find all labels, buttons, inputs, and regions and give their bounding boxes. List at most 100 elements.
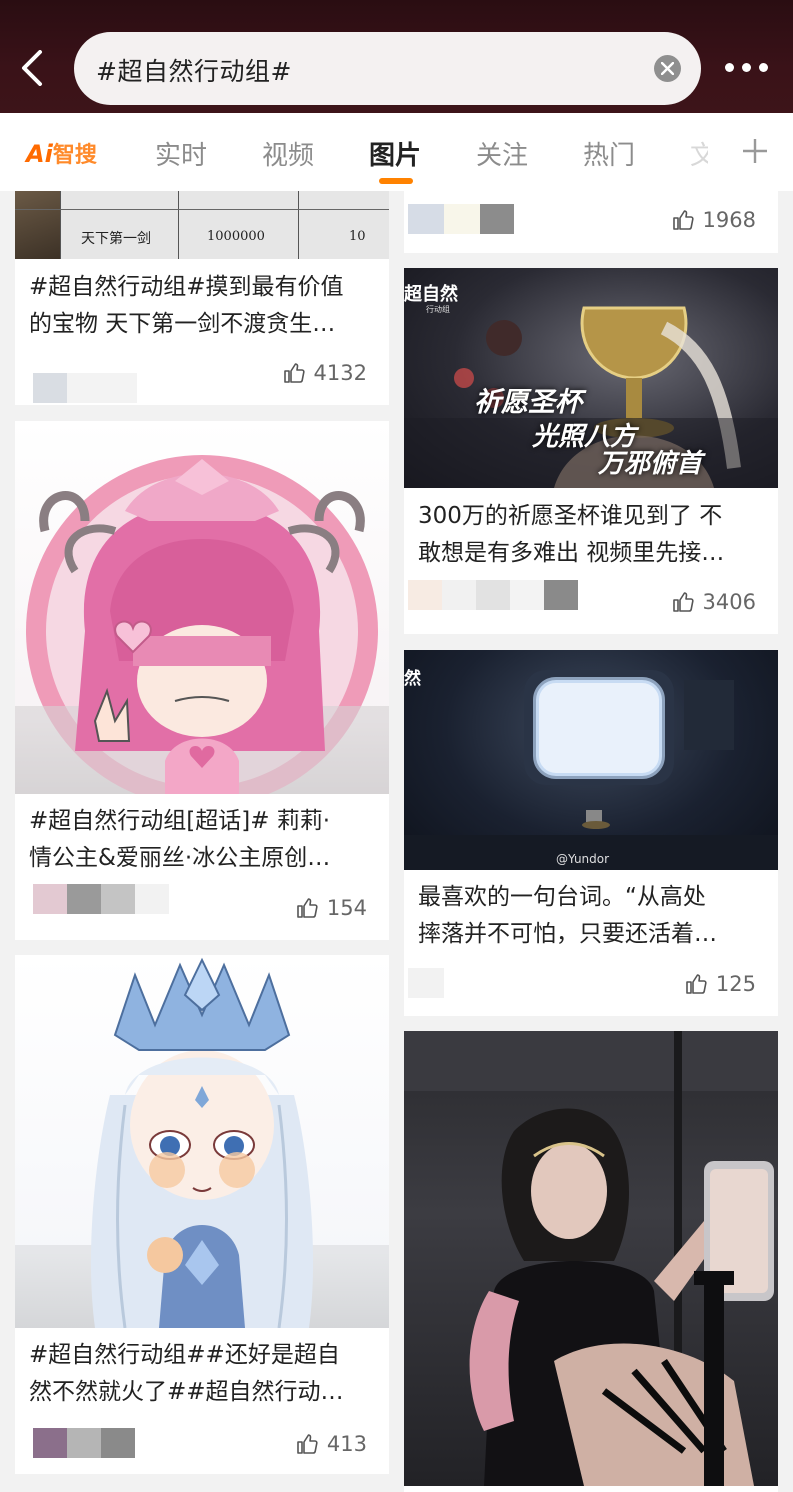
post-title-line: #超自然行动组[超话]# 莉莉· [29,808,331,834]
post-image[interactable]: 然 @Yundor [404,650,778,870]
like-button[interactable]: 125 [684,972,756,996]
post-card[interactable] [404,1031,778,1492]
thumbs-up-icon [297,1434,318,1454]
post-title-line: 敢想是有多难出 视频里先接… [418,540,725,566]
search-query[interactable]: #超自然行动组# [96,52,292,88]
blurred-username [544,580,578,610]
post-title-line: 然不然就火了##超自然行动… [29,1379,344,1405]
search-field[interactable]: #超自然行动组# [74,32,701,105]
blurred-avatar [408,580,442,610]
post-title-line: #超自然行动组##还好是超自 [29,1342,340,1368]
overlay-caption: 祈愿圣杯 [474,387,582,418]
post-image[interactable]: 超自然 行动组 祈愿圣杯 光照八方 万邪俯首 [404,268,778,488]
back-arrow-icon [22,50,42,86]
like-button[interactable]: 154 [295,896,367,920]
blurred-username [444,204,480,234]
blurred-author [33,1428,143,1458]
like-count: 3406 [702,590,756,614]
post-card[interactable]: #超自然行动组[超话]# 莉莉· 情公主&爱丽丝·冰公主原创… 154 [15,421,389,940]
post-title-line: #超自然行动组#摸到最有价值 [29,274,344,300]
overlay-caption: 万邪俯首 [598,449,703,479]
tab-images[interactable]: 图片 [369,135,421,172]
like-count: 154 [326,896,367,920]
blurred-username [67,1428,101,1458]
tab-following[interactable]: 关注 [476,135,528,172]
game-logo: 然 [404,669,421,689]
blurred-author [408,204,548,234]
add-tab-button[interactable] [742,138,768,164]
more-dot-icon [725,63,734,72]
tab-article-partial[interactable]: 文 [690,135,708,172]
post-card[interactable]: 天下第一剑 1000000 10 #超自然行动组#摸到最有价值 的宝物 天下第一… [15,191,389,405]
anime-girl-ice-princess-illustration [15,957,389,1328]
blurred-author [33,884,173,914]
blurred-username [101,884,135,914]
tab-ai-search[interactable]: Ai智搜 [26,137,97,169]
post-title[interactable]: #超自然行动组#摸到最有价值 的宝物 天下第一剑不渡贪生… [29,269,375,343]
post-image[interactable]: 天下第一剑 1000000 10 [15,191,389,259]
blurred-author [408,968,448,998]
blurred-avatar [408,968,444,998]
post-card[interactable]: 1968 [404,191,778,253]
more-dot-icon [742,63,751,72]
holy-grail-game-scene [404,306,778,488]
post-image[interactable] [15,955,389,1328]
blurred-author [408,580,588,610]
like-button[interactable]: 4132 [282,361,367,385]
post-image[interactable] [15,421,389,794]
thumbs-up-icon [686,974,707,994]
post-card[interactable]: #超自然行动组##还好是超自 然不然就火了##超自然行动… 413 [15,955,389,1474]
post-title[interactable]: #超自然行动组##还好是超自 然不然就火了##超自然行动… [29,1337,375,1411]
thumbs-up-icon [672,592,694,612]
blurred-username [101,1428,135,1458]
like-button[interactable]: 3406 [671,590,756,614]
plus-icon [743,139,767,163]
tab-realtime[interactable]: 实时 [155,135,207,172]
post-card[interactable]: 超自然 行动组 祈愿圣杯 光照八方 万邪俯首 300万的祈愿圣杯谁见到了 不 敢… [404,268,778,634]
table-cell: 1000000 [207,229,265,244]
table-divider [298,191,299,259]
cosplay-photo [404,1031,778,1486]
blurred-avatar [33,1428,67,1458]
post-title[interactable]: 300万的祈愿圣杯谁见到了 不 敢想是有多难出 视频里先接… [418,498,764,572]
tab-hot[interactable]: 热门 [583,135,635,172]
like-count: 125 [715,972,756,996]
clear-search-button[interactable] [654,55,681,82]
more-options-button[interactable] [725,60,769,76]
post-title[interactable]: #超自然行动组[超话]# 莉莉· 情公主&爱丽丝·冰公主原创… [29,803,375,877]
more-dot-icon [759,63,768,72]
like-count: 1968 [702,208,756,232]
blurred-username [442,580,476,610]
post-title-line: 的宝物 天下第一剑不渡贪生… [29,311,336,337]
post-title-line: 摔落并不可怕，只要还活着… [418,921,717,947]
like-count: 413 [326,1432,367,1456]
blurred-username [476,580,510,610]
blurred-username [67,373,137,403]
table-divider [178,191,179,259]
tab-video[interactable]: 视频 [262,135,314,172]
blurred-username [135,884,169,914]
back-button[interactable] [18,50,48,86]
sword-item-image [15,191,60,259]
table-cell: 天下第一剑 [81,231,151,247]
ai-search-label: 智搜 [52,143,97,168]
like-button[interactable]: 413 [295,1432,367,1456]
thumbs-up-icon [297,898,318,918]
post-title-line: 300万的祈愿圣杯谁见到了 不 [418,503,723,529]
like-button[interactable]: 1968 [671,208,756,232]
table-divider [15,209,389,210]
active-tab-indicator [379,178,413,184]
post-title[interactable]: 最喜欢的一句台词。“从高处 摔落并不可怕，只要还活着… [418,879,764,953]
blurred-username [67,884,101,914]
blurred-username [510,580,544,610]
game-logo: 超自然 [404,284,458,305]
watermark-text: @Yundor [556,852,610,866]
post-card[interactable]: 然 @Yundor 最喜欢的一句台词。“从高处 摔落并不可怕，只要还活着… 12… [404,650,778,1016]
ai-logo-icon: Ai [26,140,53,168]
post-image[interactable] [404,1031,778,1486]
close-icon [661,62,674,75]
anime-girl-pink-illustration [15,455,389,794]
thumbs-up-icon [672,210,694,230]
post-title-line: 情公主&爱丽丝·冰公主原创… [29,845,331,871]
glowing-tv-scene [404,670,778,870]
